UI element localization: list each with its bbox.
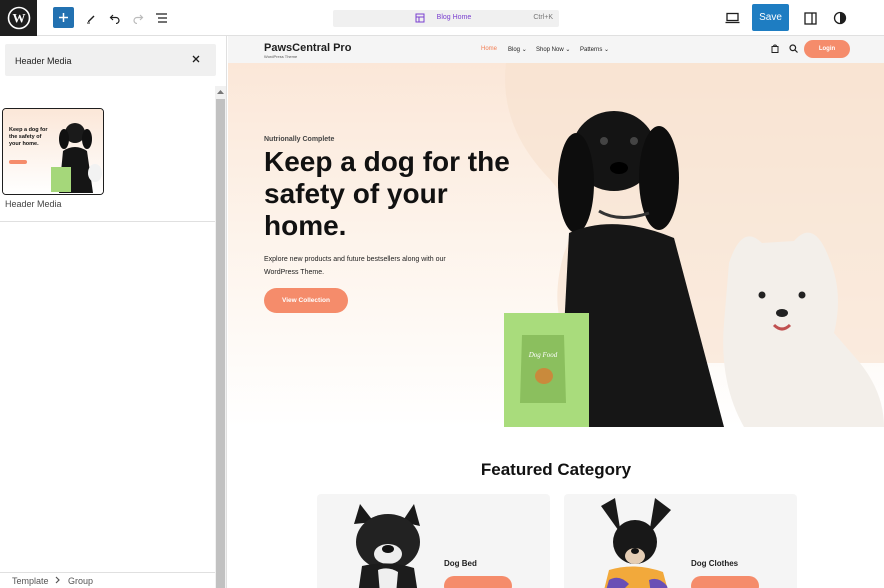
chihuahua-image — [601, 498, 671, 588]
french-bulldog-image — [354, 504, 420, 588]
cart-icon[interactable] — [771, 44, 779, 53]
command-shortcut: Ctrl+K — [533, 14, 553, 21]
nav-item-shop-now[interactable]: Shop Now ⌄ — [536, 46, 570, 53]
category-name: Dog Bed — [444, 559, 477, 568]
editor-canvas[interactable]: PawsCentral Pro WordPress Theme Home Blo… — [228, 36, 884, 588]
panel-header: Header Media — [5, 44, 216, 76]
divider — [0, 221, 215, 222]
featured-category-title: Featured Category — [480, 460, 632, 479]
breadcrumb: Template Group — [0, 572, 215, 588]
document-bar[interactable]: Blog Home Ctrl+K — [333, 10, 559, 27]
document-overview-icon[interactable] — [150, 7, 172, 29]
save-button[interactable]: Save — [752, 4, 789, 31]
pattern-thumbnail[interactable]: Keep a dog for the safety of your home. — [2, 108, 104, 195]
wordpress-logo-icon[interactable]: W — [0, 0, 37, 36]
styles-contrast-icon[interactable] — [829, 7, 851, 29]
pattern-label: Header Media — [5, 199, 62, 209]
scroll-up-icon[interactable] — [217, 89, 224, 94]
tools-pen-icon[interactable] — [80, 7, 102, 29]
scrollbar-thumb[interactable] — [216, 99, 225, 588]
search-icon[interactable] — [789, 44, 798, 53]
site-tagline: WordPress Theme — [264, 54, 298, 59]
category-card-dog-clothes[interactable]: Dog Clothes — [564, 494, 797, 588]
settings-sidebar-icon[interactable] — [799, 7, 821, 29]
document-title: Blog Home — [436, 14, 472, 21]
hero-dogs-image: Dog Food — [504, 63, 884, 427]
close-icon[interactable] — [190, 53, 202, 65]
site-title[interactable]: PawsCentral Pro — [264, 42, 351, 54]
hero-section: Nutrionally Complete Keep a dog for the … — [228, 63, 884, 427]
nav-item-patterns-label: Patterns — [580, 47, 603, 53]
category-card-dog-bed[interactable]: Dog Bed — [317, 494, 550, 588]
panel-scrollbar[interactable] — [215, 86, 226, 588]
thumbnail-title: Keep a dog for the safety of your home. — [9, 127, 48, 147]
site-header: PawsCentral Pro WordPress Theme Home Blo… — [228, 36, 884, 63]
nav-item-home[interactable]: Home — [481, 46, 497, 52]
add-block-button[interactable] — [53, 7, 74, 28]
category-button[interactable] — [691, 576, 759, 588]
login-button[interactable]: Login — [804, 40, 850, 58]
chevron-down-icon: ⌄ — [521, 47, 527, 53]
panel-header-label: Header Media — [15, 56, 72, 66]
chevron-down-icon: ⌄ — [565, 47, 571, 53]
chevron-down-icon: ⌄ — [604, 47, 610, 53]
nav-item-patterns[interactable]: Patterns ⌄ — [580, 46, 609, 53]
preview-device-icon[interactable] — [721, 7, 743, 29]
hero-description: Explore new products and future bestsell… — [264, 256, 446, 276]
breadcrumb-item-template[interactable]: Template — [12, 576, 49, 586]
nav-item-blog[interactable]: Blog ⌄ — [508, 46, 527, 53]
pattern-inserter-panel: Header Media Keep a dog for the safety o… — [0, 36, 227, 588]
redo-icon[interactable] — [127, 7, 149, 29]
undo-icon[interactable] — [104, 7, 126, 29]
food-bag-label: Dog Food — [528, 351, 558, 359]
hero-kicker: Nutrionally Complete — [264, 136, 335, 143]
view-collection-button[interactable]: View Collection — [264, 288, 348, 313]
category-name: Dog Clothes — [691, 559, 739, 568]
thumbnail-food-bag — [51, 167, 71, 192]
hero-title: Keep a dog for the safety of your home. — [264, 146, 510, 241]
category-button[interactable] — [444, 576, 512, 588]
editor-toolbar: W Blog Home Ctrl+K Save — [0, 0, 884, 36]
nav-item-blog-label: Blog — [508, 47, 521, 53]
nav-item-shop-label: Shop Now — [536, 47, 564, 53]
chevron-right-icon — [55, 576, 60, 584]
thumbnail-button — [9, 160, 27, 164]
svg-text:W: W — [12, 11, 25, 26]
breadcrumb-item-group[interactable]: Group — [68, 576, 93, 586]
